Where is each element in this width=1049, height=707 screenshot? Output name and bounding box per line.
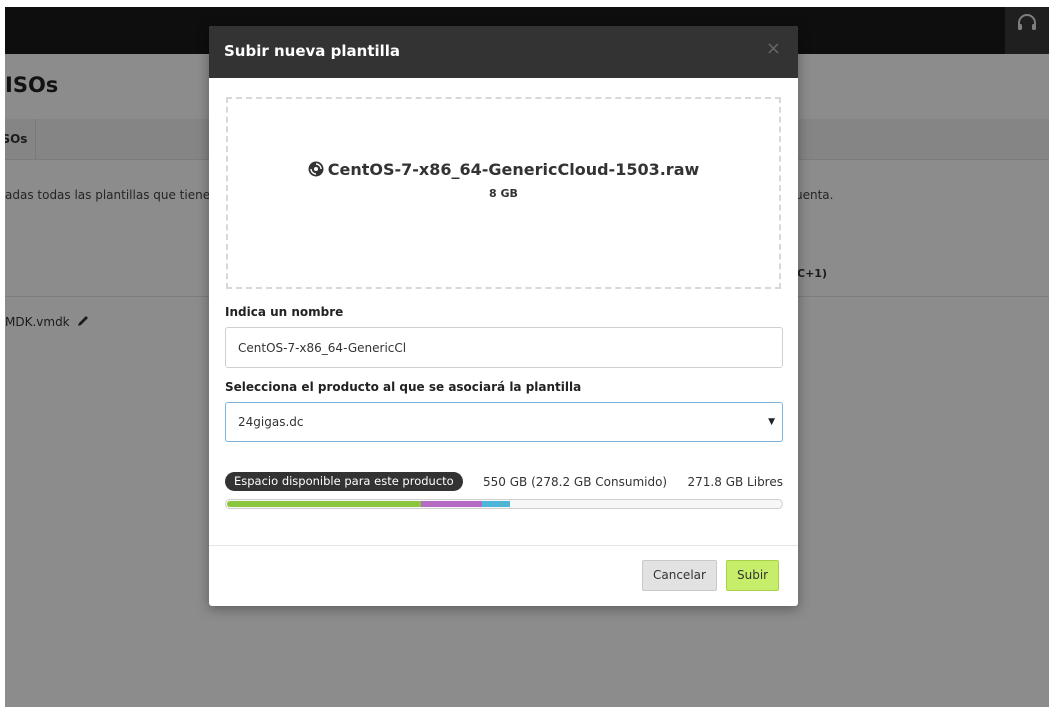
space-badge: Espacio disponible para este producto [225,472,463,491]
progress-fill [227,501,781,507]
disc-icon [308,161,324,177]
upload-template-modal: Subir nueva plantilla × CentOS-7-x86_64-… [209,26,798,606]
file-name: CentOS-7-x86_64-GenericCloud-1503.raw [327,160,700,179]
name-label: Indica un nombre [225,305,344,319]
file-size: 8 GB [489,187,518,200]
progress-segment-used-blue [481,501,510,507]
modal-title: Subir nueva plantilla [224,42,401,60]
footer-divider [209,545,798,546]
cancel-button[interactable]: Cancelar [642,560,717,591]
close-icon[interactable]: × [766,40,781,58]
progress-segment-used-green [227,501,421,507]
space-info: 550 GB (278.2 GB Consumido) [483,475,668,489]
product-selected-value: 24gigas.dc [238,415,304,429]
file-dropzone[interactable]: CentOS-7-x86_64-GenericCloud-1503.raw 8 … [226,97,781,289]
product-select[interactable]: 24gigas.dc ▼ [225,402,783,442]
modal-header: Subir nueva plantilla × [209,26,798,78]
space-progress-bar [225,499,783,509]
progress-segment-used-purple [420,501,482,507]
template-name-input[interactable] [225,327,783,368]
chevron-down-icon: ▼ [768,417,775,427]
file-name-line: CentOS-7-x86_64-GenericCloud-1503.raw [228,160,779,179]
space-free: 271.8 GB Libres [687,475,783,489]
product-label: Selecciona el producto al que se asociar… [225,380,582,394]
submit-button[interactable]: Subir [726,560,780,591]
